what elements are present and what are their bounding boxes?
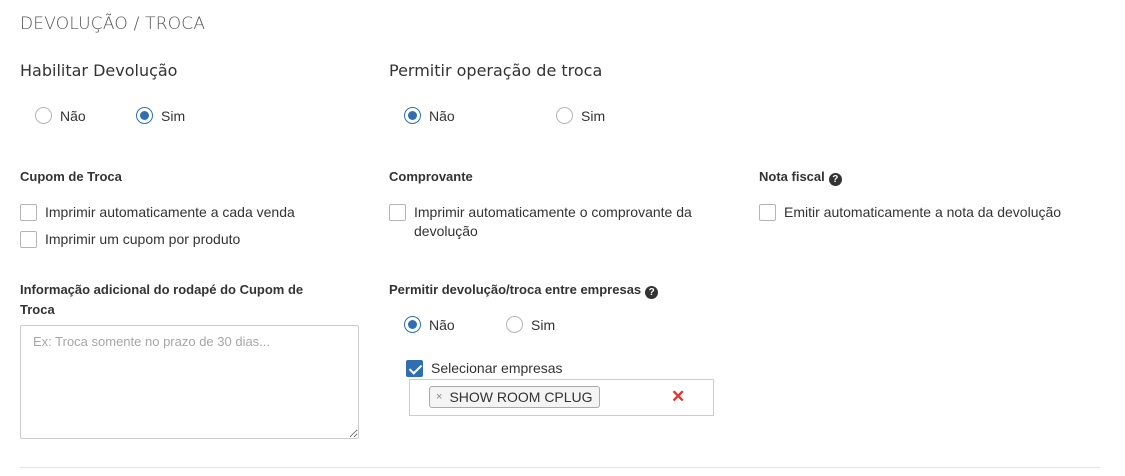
section-title: DEVOLUÇÃO / TROCA [20,14,206,34]
question-circle-icon[interactable]: ? [645,286,659,299]
radio-circle-icon [556,107,573,124]
checkbox-icon [389,204,406,221]
checkbox-label: Selecionar empresas [431,360,563,376]
permitir-troca-sim-radio[interactable]: Sim [556,107,605,124]
radio-label: Não [429,316,455,333]
radio-checked-icon [136,107,153,124]
habilitar-devolucao-nao-radio[interactable]: Não [35,107,86,124]
radio-label: Não [429,107,455,124]
checkbox-label: Imprimir automaticamente o comprovante d… [414,204,692,239]
checkbox-icon [759,204,776,221]
entre-empresas-nao-radio[interactable]: Não [404,316,455,333]
selected-tag: × SHOW ROOM CPLUG [429,386,600,408]
radio-label: Não [60,107,86,124]
habilitar-devolucao-label: Habilitar Devolução [20,61,178,80]
permitir-troca-nao-radio[interactable]: Não [404,107,455,124]
imprimir-comprovante-checkbox[interactable]: Imprimir automaticamente o comprovante d… [389,203,709,241]
checkbox-icon [20,231,37,248]
radio-checked-icon [404,316,421,333]
tag-remove-icon[interactable]: × [436,391,442,403]
nota-fiscal-text: Nota fiscal [759,169,825,184]
radio-label: Sim [581,107,606,124]
permitir-troca-label: Permitir operação de troca [389,61,603,80]
imprimir-cada-venda-checkbox[interactable]: Imprimir automaticamente a cada venda [20,203,295,222]
emitir-nota-checkbox[interactable]: Emitir automaticamente a nota da devoluç… [759,203,1061,222]
question-circle-icon[interactable]: ? [828,173,842,186]
radio-circle-icon [506,316,523,333]
rodape-label: Informação adicional do rodapé do Cupom … [20,282,304,317]
entre-empresas-label: Permitir devolução/troca entre empresas? [389,280,659,300]
rodape-textarea[interactable] [20,325,359,439]
comprovante-label: Comprovante [389,169,473,184]
checkbox-label: Imprimir um cupom por produto [45,231,241,247]
clear-selection-icon[interactable]: ✕ [671,386,685,408]
checkbox-label: Emitir automaticamente a nota da devoluç… [784,204,1062,220]
radio-label: Sim [161,107,186,124]
checkbox-label: Imprimir automaticamente a cada venda [45,204,295,220]
checkbox-checked-icon [406,360,423,377]
cupom-troca-label: Cupom de Troca [20,169,122,184]
habilitar-devolucao-sim-radio[interactable]: Sim [136,107,185,124]
nota-fiscal-label: Nota fiscal? [759,167,842,187]
radio-circle-icon [35,107,52,124]
entre-empresas-sim-radio[interactable]: Sim [506,316,555,333]
checkbox-icon [20,204,37,221]
selecionar-empresas-checkbox[interactable]: Selecionar empresas [406,359,563,378]
tag-label: SHOW ROOM CPLUG [449,389,593,405]
empresas-multiselect[interactable]: × SHOW ROOM CPLUG ✕ [409,379,714,416]
divider [20,467,1100,468]
entre-empresas-text: Permitir devolução/troca entre empresas [389,282,642,297]
radio-checked-icon [404,107,421,124]
radio-label: Sim [531,316,556,333]
imprimir-por-produto-checkbox[interactable]: Imprimir um cupom por produto [20,230,240,249]
